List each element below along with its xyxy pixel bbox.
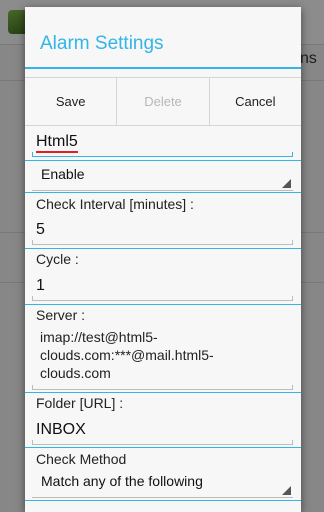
- status-value: Enable: [41, 166, 85, 182]
- server-input[interactable]: imap://test@html5-clouds.com:***@mail.ht…: [32, 324, 293, 390]
- dropdown-corner-icon: [282, 179, 291, 188]
- check-interval-label: Check Interval [minutes] :: [36, 196, 194, 212]
- check-interval-input[interactable]: 5: [32, 215, 293, 245]
- field-divider: [25, 192, 301, 193]
- check-method-label: Check Method: [36, 451, 127, 467]
- save-button[interactable]: Save: [25, 78, 116, 125]
- folder-input[interactable]: INBOX: [32, 415, 293, 445]
- cancel-button[interactable]: Cancel: [208, 78, 301, 125]
- alarm-settings-dialog: Alarm Settings Save Delete Cancel Html5 …: [25, 7, 301, 512]
- folder-value: INBOX: [36, 421, 86, 438]
- alarm-name-value: Html5: [36, 133, 78, 153]
- alarm-name-input[interactable]: Html5: [32, 127, 293, 157]
- cycle-input[interactable]: 1: [32, 271, 293, 301]
- check-interval-value: 5: [36, 221, 45, 238]
- server-label: Server :: [36, 307, 86, 323]
- field-divider: [25, 392, 301, 393]
- button-bar: Save Delete Cancel: [25, 77, 301, 126]
- check-method-spinner[interactable]: Match any of the following: [32, 468, 293, 498]
- dialog-title: Alarm Settings: [40, 33, 164, 54]
- check-method-value: Match any of the following: [41, 473, 203, 489]
- field-divider: [25, 304, 301, 305]
- dropdown-corner-icon: [282, 486, 291, 495]
- cycle-label: Cycle :: [36, 251, 79, 267]
- field-divider: [25, 447, 301, 448]
- field-divider: [25, 248, 301, 249]
- folder-label: Folder [URL] :: [36, 395, 124, 411]
- cycle-value: 1: [36, 277, 45, 294]
- status-spinner[interactable]: Enable: [32, 161, 293, 191]
- server-value: imap://test@html5-clouds.com:***@mail.ht…: [40, 329, 214, 381]
- delete-button[interactable]: Delete: [116, 78, 208, 125]
- title-divider: [25, 67, 301, 69]
- field-divider: [25, 500, 301, 501]
